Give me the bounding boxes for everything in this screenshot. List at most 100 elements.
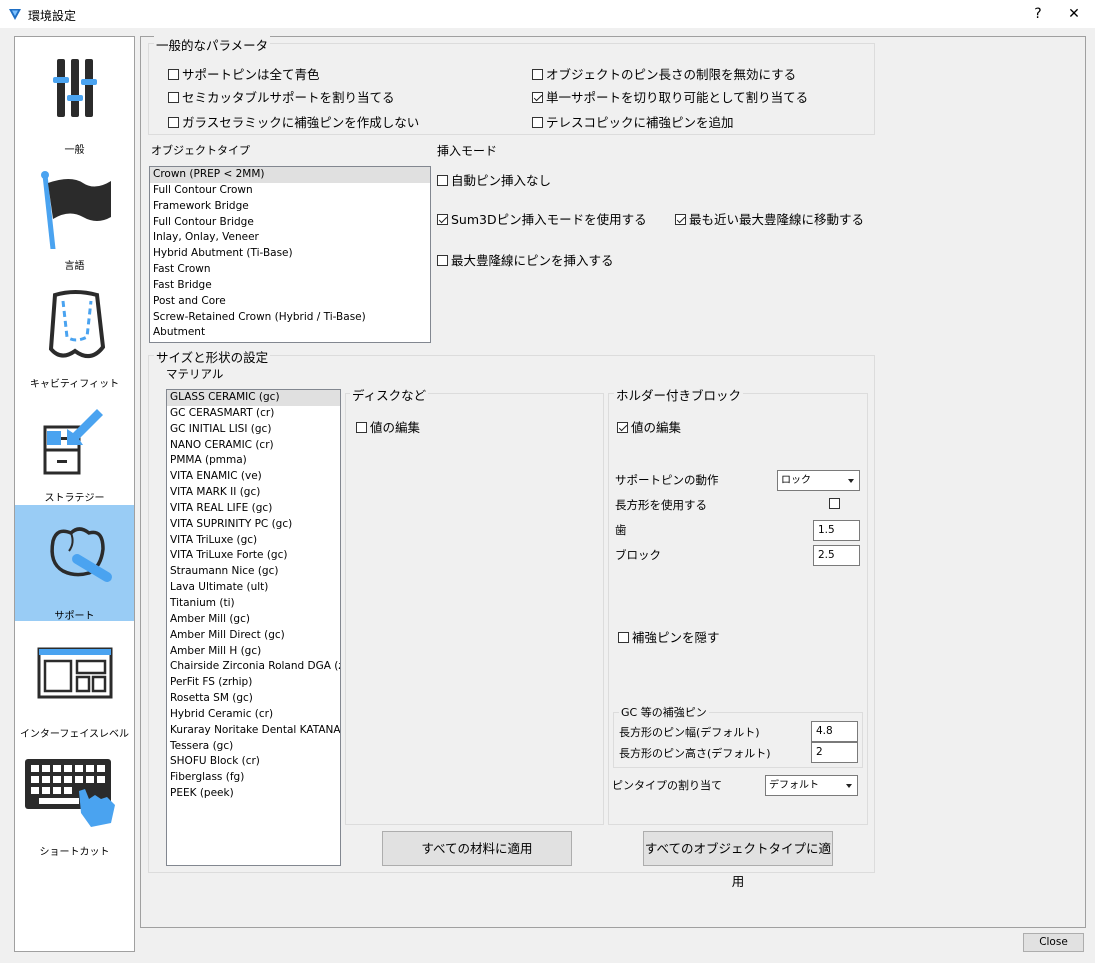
sidebar-item-label: 一般 bbox=[64, 145, 85, 156]
sidebar-item-cavity-fit[interactable]: キャビティフィット bbox=[15, 273, 134, 390]
list-item[interactable]: PMMA (pmma) bbox=[167, 453, 340, 469]
checkbox-box[interactable] bbox=[437, 214, 448, 225]
list-item[interactable]: Titanium (ti) bbox=[167, 596, 340, 612]
list-item[interactable]: Amber Mill H (gc) bbox=[167, 644, 340, 660]
list-item[interactable]: Framework Bridge bbox=[150, 199, 430, 215]
list-item[interactable]: Abutment bbox=[150, 325, 430, 341]
list-item[interactable]: Lava Ultimate (ult) bbox=[167, 580, 340, 596]
checkbox-label: Sum3Dピン挿入モードを使用する bbox=[451, 212, 647, 227]
list-item[interactable]: Kuraray Noritake Dental KATANA ( bbox=[167, 723, 340, 739]
list-item[interactable]: VITA ENAMIC (ve) bbox=[167, 469, 340, 485]
checkbox-disable-pin-length-limit[interactable]: オブジェクトのピン長さの制限を無効にする bbox=[532, 64, 796, 83]
checkbox-label: 最も近い最大豊隆線に移動する bbox=[689, 212, 865, 227]
list-item[interactable]: Rosetta SM (gc) bbox=[167, 691, 340, 707]
sidebar-item-label: インターフェイスレベル bbox=[19, 729, 130, 740]
list-item[interactable]: Tessera (gc) bbox=[167, 739, 340, 755]
list-item[interactable]: Screw-Retained Crown (Hybrid / Ti-Base) bbox=[150, 310, 430, 326]
checkbox-box[interactable] bbox=[437, 255, 448, 266]
list-item[interactable]: PEEK (peek) bbox=[167, 786, 340, 802]
checkbox-move-nearest-height-contour[interactable]: 最も近い最大豊隆線に移動する bbox=[675, 209, 864, 228]
holder-block-title: ホルダー付きブロック bbox=[614, 385, 744, 404]
checkbox-box[interactable] bbox=[617, 422, 628, 433]
list-item[interactable]: VITA MARK II (gc) bbox=[167, 485, 340, 501]
size-shape-title: サイズと形状の設定 bbox=[154, 347, 271, 366]
close-window-button[interactable]: ✕ bbox=[1061, 4, 1087, 24]
list-item[interactable]: Amber Mill (gc) bbox=[167, 612, 340, 628]
list-item[interactable]: VITA TriLuxe (gc) bbox=[167, 533, 340, 549]
list-item[interactable]: Post and Core bbox=[150, 294, 430, 310]
checkbox-holder-edit-values[interactable]: 値の編集 bbox=[617, 417, 681, 436]
checkbox-label: 値の編集 bbox=[370, 420, 421, 435]
list-item[interactable]: Crown (PREP < 2MM) bbox=[150, 167, 430, 183]
tooth-input[interactable]: 1.5 bbox=[813, 520, 860, 541]
list-item[interactable]: Hybrid Ceramic (cr) bbox=[167, 707, 340, 723]
list-item[interactable]: VITA REAL LIFE (gc) bbox=[167, 501, 340, 517]
checkbox-box[interactable] bbox=[168, 117, 179, 128]
checkbox-box[interactable] bbox=[618, 632, 629, 643]
checkbox-hide-reinforce-pins[interactable]: 補強ピンを隠す bbox=[618, 627, 720, 646]
checkbox-box[interactable] bbox=[675, 214, 686, 225]
list-item[interactable]: NANO CERAMIC (cr) bbox=[167, 438, 340, 454]
apply-all-object-types-button[interactable]: すべてのオブジェクトタイプに適用 bbox=[643, 831, 833, 889]
checkbox-box[interactable] bbox=[532, 69, 543, 80]
list-item[interactable]: Amber Mill Direct (gc) bbox=[167, 628, 340, 644]
checkbox-label: 単一サポートを切り取り可能として割り当てる bbox=[546, 90, 809, 105]
sidebar-item-strategy[interactable]: ストラテジー bbox=[15, 389, 134, 505]
cavity-fit-icon bbox=[48, 290, 106, 359]
sidebar-item-label: ストラテジー bbox=[44, 493, 105, 504]
list-item[interactable]: Fast Bridge bbox=[150, 278, 430, 294]
list-item[interactable]: Fiberglass (fg) bbox=[167, 770, 340, 786]
help-button[interactable]: ? bbox=[1025, 4, 1051, 24]
list-item[interactable]: Full Contour Bridge bbox=[150, 215, 430, 231]
sidebar-item-shortcut[interactable]: ショートカット bbox=[15, 741, 134, 858]
list-item[interactable]: Straumann Nice (gc) bbox=[167, 564, 340, 580]
list-item[interactable]: Inlay, Onlay, Veneer bbox=[150, 230, 430, 246]
list-item[interactable]: GC CERASMART (cr) bbox=[167, 406, 340, 422]
apply-all-materials-button[interactable]: すべての材料に適用 bbox=[382, 831, 572, 866]
close-button[interactable]: Close bbox=[1023, 933, 1084, 952]
checkbox-box[interactable] bbox=[168, 69, 179, 80]
checkbox-no-reinforce-glass-ceramic[interactable]: ガラスセラミックに補強ピンを作成しない bbox=[168, 112, 419, 131]
list-item[interactable]: Fast Crown bbox=[150, 262, 430, 278]
checkbox-no-auto-pin[interactable]: 自動ピン挿入なし bbox=[437, 170, 551, 189]
sliders-icon bbox=[53, 59, 97, 117]
material-list[interactable]: GLASS CERAMIC (gc) GC CERASMART (cr) GC … bbox=[166, 389, 341, 866]
checkbox-box[interactable] bbox=[437, 175, 448, 186]
support-pin-action-select[interactable]: ロック bbox=[777, 470, 860, 491]
list-item[interactable]: VITA TriLuxe Forte (gc) bbox=[167, 548, 340, 564]
pin-type-select[interactable]: デフォルト bbox=[765, 775, 858, 796]
list-item[interactable]: VITA SUPRINITY PC (gc) bbox=[167, 517, 340, 533]
checkbox-box[interactable] bbox=[356, 422, 367, 433]
list-item[interactable]: PerFit FS (zrhip) bbox=[167, 675, 340, 691]
checkbox-single-support-cuttable[interactable]: 単一サポートを切り取り可能として割り当てる bbox=[532, 87, 808, 106]
list-item[interactable]: GLASS CERAMIC (gc) bbox=[167, 390, 340, 406]
list-item[interactable]: Chairside Zirconia Roland DGA (zrh bbox=[167, 659, 340, 675]
checkbox-insert-on-height-contour[interactable]: 最大豊隆線にピンを挿入する bbox=[437, 250, 614, 269]
checkbox-semi-cuttable-support[interactable]: セミカッタブルサポートを割り当てる bbox=[168, 87, 395, 106]
checkbox-telescopic-reinforce[interactable]: テレスコピックに補強ピンを追加 bbox=[532, 112, 734, 131]
list-item[interactable]: Hybrid Abutment (Ti-Base) bbox=[150, 246, 430, 262]
sidebar-item-support[interactable]: サポート bbox=[15, 505, 134, 622]
checkbox-disc-edit-values[interactable]: 値の編集 bbox=[356, 417, 420, 436]
checkbox-sum3d-mode[interactable]: Sum3Dピン挿入モードを使用する bbox=[437, 209, 647, 228]
checkbox-all-pins-blue[interactable]: サポートピンは全て青色 bbox=[168, 64, 320, 83]
tooth-label: 歯 bbox=[615, 523, 627, 537]
sidebar-item-interface-level[interactable]: インターフェイスレベル bbox=[15, 623, 134, 740]
sidebar-item-language[interactable]: 言語 bbox=[15, 155, 134, 272]
checkbox-box[interactable] bbox=[532, 92, 543, 103]
general-params-title: 一般的なパラメータ bbox=[154, 35, 271, 54]
rect-pin-width-input[interactable]: 4.8 bbox=[811, 721, 858, 742]
insert-mode-title: 挿入モード bbox=[437, 144, 498, 158]
list-item[interactable]: GC INITIAL LISI (gc) bbox=[167, 422, 340, 438]
block-input[interactable]: 2.5 bbox=[813, 545, 860, 566]
object-type-list[interactable]: Crown (PREP < 2MM) Full Contour Crown Fr… bbox=[149, 166, 431, 343]
list-item[interactable]: Full Contour Crown bbox=[150, 183, 430, 199]
checkbox-box[interactable] bbox=[168, 92, 179, 103]
rect-pin-height-input[interactable]: 2 bbox=[811, 742, 858, 763]
checkbox-label: 補強ピンを隠す bbox=[632, 630, 720, 645]
sidebar-item-general[interactable]: 一般 bbox=[15, 37, 134, 156]
chevron-down-icon bbox=[846, 784, 852, 788]
checkbox-box[interactable] bbox=[532, 117, 543, 128]
list-item[interactable]: SHOFU Block (cr) bbox=[167, 754, 340, 770]
use-rectangle-checkbox[interactable] bbox=[829, 498, 840, 509]
